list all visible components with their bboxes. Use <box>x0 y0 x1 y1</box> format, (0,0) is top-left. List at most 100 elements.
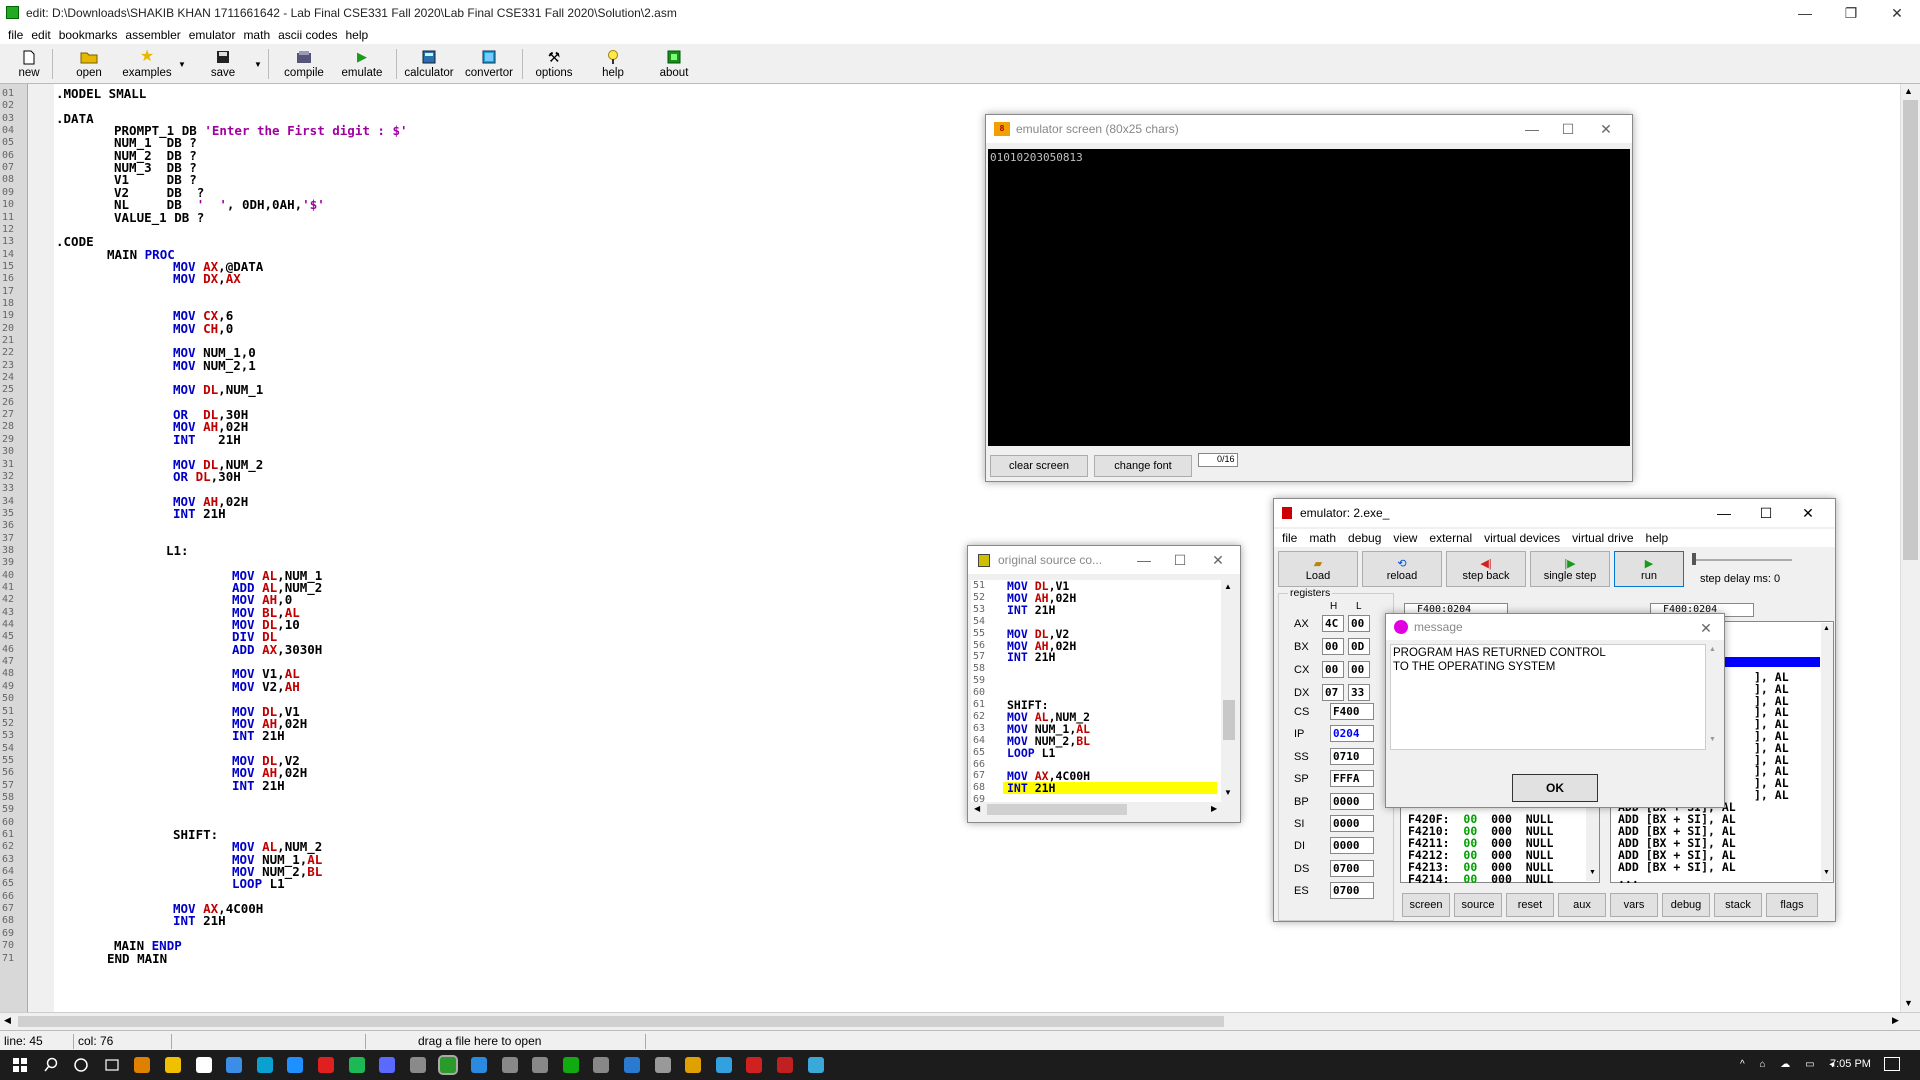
app-icon-8[interactable] <box>562 1057 579 1073</box>
calculator-button[interactable]: calculator <box>402 46 456 82</box>
register-dx-high[interactable]: 07 <box>1322 684 1344 701</box>
clear-screen-button[interactable]: clear screen <box>990 455 1088 477</box>
scroll-down-icon[interactable]: ▼ <box>1224 788 1232 797</box>
spotify-icon[interactable] <box>348 1057 365 1073</box>
emu-aux-button[interactable]: aux <box>1558 893 1606 917</box>
scroll-down-icon[interactable]: ▼ <box>1589 869 1596 876</box>
change-font-button[interactable]: change font <box>1094 455 1192 477</box>
register-sp-value[interactable]: FFFA <box>1330 770 1374 788</box>
maximize-button[interactable]: ❐ <box>1828 0 1874 26</box>
message-text-area[interactable]: PROGRAM HAS RETURNED CONTROL TO THE OPER… <box>1390 644 1706 750</box>
scroll-left-icon[interactable]: ◀ <box>4 1015 11 1026</box>
edge-icon[interactable] <box>256 1057 273 1073</box>
emu-menu-math[interactable]: math <box>1309 531 1336 545</box>
menu-bookmarks[interactable]: bookmarks <box>59 28 118 42</box>
compile-button[interactable]: compile <box>280 46 328 82</box>
vscode-icon[interactable] <box>624 1057 640 1073</box>
new-button[interactable]: new <box>14 46 44 82</box>
app-icon-7[interactable] <box>532 1057 549 1073</box>
chrome-icon[interactable] <box>685 1057 702 1073</box>
source-hscrollbar[interactable]: ◀ ▶ <box>971 802 1221 818</box>
register-cs-value[interactable]: F400 <box>1330 703 1374 720</box>
mail-icon[interactable] <box>226 1057 243 1073</box>
editor-vscroll-thumb[interactable] <box>1903 100 1918 560</box>
emulator-screen-maximize-button[interactable]: ☐ <box>1550 115 1586 143</box>
disasm-scrollbar[interactable]: ▲ ▼ <box>1821 623 1833 881</box>
app-icon-11[interactable] <box>746 1057 763 1073</box>
store-icon[interactable] <box>195 1057 212 1073</box>
emu-reload-button[interactable]: ⟲ reload <box>1362 551 1442 587</box>
file-explorer-icon[interactable] <box>165 1057 181 1073</box>
menu-file[interactable]: file <box>8 28 23 42</box>
emu-menu-debug[interactable]: debug <box>1348 531 1381 545</box>
emu-flags-button[interactable]: flags <box>1766 893 1818 917</box>
emu-menu-virtual-devices[interactable]: virtual devices <box>1484 531 1560 545</box>
register-ds-value[interactable]: 0700 <box>1330 859 1374 877</box>
scroll-down-icon[interactable]: ▼ <box>1709 736 1716 743</box>
examples-dropdown-icon[interactable]: ▼ <box>178 60 186 69</box>
taskbar-clock[interactable]: 7:05 PM <box>1830 1058 1871 1070</box>
app-icon-10[interactable] <box>715 1057 732 1073</box>
app-icon-9[interactable] <box>654 1057 671 1073</box>
scroll-right-icon[interactable]: ▶ <box>1892 1015 1899 1026</box>
menu-emulator[interactable]: emulator <box>189 28 236 42</box>
register-ax-low[interactable]: 00 <box>1348 615 1370 632</box>
emu-vars-button[interactable]: vars <box>1610 893 1658 917</box>
terminal-icon[interactable] <box>593 1057 610 1073</box>
emu-menu-virtual-drive[interactable]: virtual drive <box>1572 531 1633 545</box>
examples-button[interactable]: ★ examples <box>120 46 174 82</box>
menu-math[interactable]: math <box>243 28 270 42</box>
ok-button[interactable]: OK <box>1512 774 1598 802</box>
source-hscroll-thumb[interactable] <box>987 804 1127 815</box>
acrobat-icon[interactable] <box>318 1057 334 1073</box>
editor-vertical-scrollbar[interactable]: ▲ ▼ <box>1900 84 1920 1012</box>
scroll-left-icon[interactable]: ◀ <box>974 804 980 813</box>
emulator-screen-minimize-button[interactable]: — <box>1514 115 1550 143</box>
editor-horizontal-scrollbar[interactable]: ◀ ▶ <box>0 1012 1920 1030</box>
start-icon[interactable] <box>12 1057 28 1073</box>
step-delay-slider-thumb[interactable] <box>1692 553 1696 565</box>
emulate-button[interactable]: ▶ emulate <box>338 46 386 82</box>
scroll-up-icon[interactable]: ▲ <box>1823 625 1830 632</box>
app-icon-6[interactable] <box>501 1057 518 1073</box>
emu-load-button[interactable]: ▰ Load <box>1278 551 1358 587</box>
app-icon-3[interactable] <box>379 1057 396 1073</box>
app-icon-4[interactable] <box>409 1057 426 1073</box>
source-minimize-button[interactable]: — <box>1126 546 1162 574</box>
minimize-button[interactable]: — <box>1782 0 1828 26</box>
convertor-button[interactable]: convertor <box>462 46 516 82</box>
emu-menu-file[interactable]: file <box>1282 531 1297 545</box>
options-button[interactable]: ⚒ options <box>532 46 576 82</box>
notepad-icon[interactable] <box>807 1057 824 1073</box>
emu-stack-button[interactable]: stack <box>1714 893 1762 917</box>
scroll-up-icon[interactable]: ▲ <box>1904 86 1913 96</box>
original-source-code[interactable]: 51 52 53 54 55 56 57 58 59 60 61 62 63 64 65 66 67 68 69 MO… <box>971 580 1221 802</box>
emulator-close-button[interactable]: ✕ <box>1790 499 1826 527</box>
app-icon-2[interactable] <box>287 1057 304 1073</box>
emu-reset-button[interactable]: reset <box>1506 893 1554 917</box>
help-button[interactable]: help <box>598 46 628 82</box>
menu-help[interactable]: help <box>346 28 369 42</box>
emu-step-back-button[interactable]: ◀| step back <box>1446 551 1526 587</box>
register-bx-low[interactable]: 0D <box>1348 638 1370 655</box>
cortana-icon[interactable] <box>73 1057 89 1073</box>
register-ss-value[interactable]: 0710 <box>1330 747 1374 765</box>
message-close-button[interactable]: ✕ <box>1688 614 1724 642</box>
emu-menu-external[interactable]: external <box>1429 531 1472 545</box>
scroll-up-icon[interactable]: ▲ <box>1224 582 1232 591</box>
emu-run-button[interactable]: ▶ run <box>1614 551 1684 587</box>
open-button[interactable]: open <box>72 46 106 82</box>
task-view-icon[interactable] <box>104 1057 120 1073</box>
editor-hscroll-thumb[interactable] <box>18 1016 1224 1027</box>
notification-icon[interactable] <box>1884 1057 1900 1071</box>
register-dx-low[interactable]: 33 <box>1348 684 1370 701</box>
emulator-maximize-button[interactable]: ☐ <box>1748 499 1784 527</box>
emu-screen-button[interactable]: screen <box>1402 893 1450 917</box>
emu-single-step-button[interactable]: |▶ single step <box>1530 551 1610 587</box>
menu-assembler[interactable]: assembler <box>125 28 180 42</box>
emu-menu-help[interactable]: help <box>1646 531 1669 545</box>
app-icon[interactable] <box>134 1057 151 1073</box>
register-bx-high[interactable]: 00 <box>1322 638 1344 655</box>
register-si-value[interactable]: 0000 <box>1330 815 1374 832</box>
register-es-value[interactable]: 0700 <box>1330 882 1374 900</box>
